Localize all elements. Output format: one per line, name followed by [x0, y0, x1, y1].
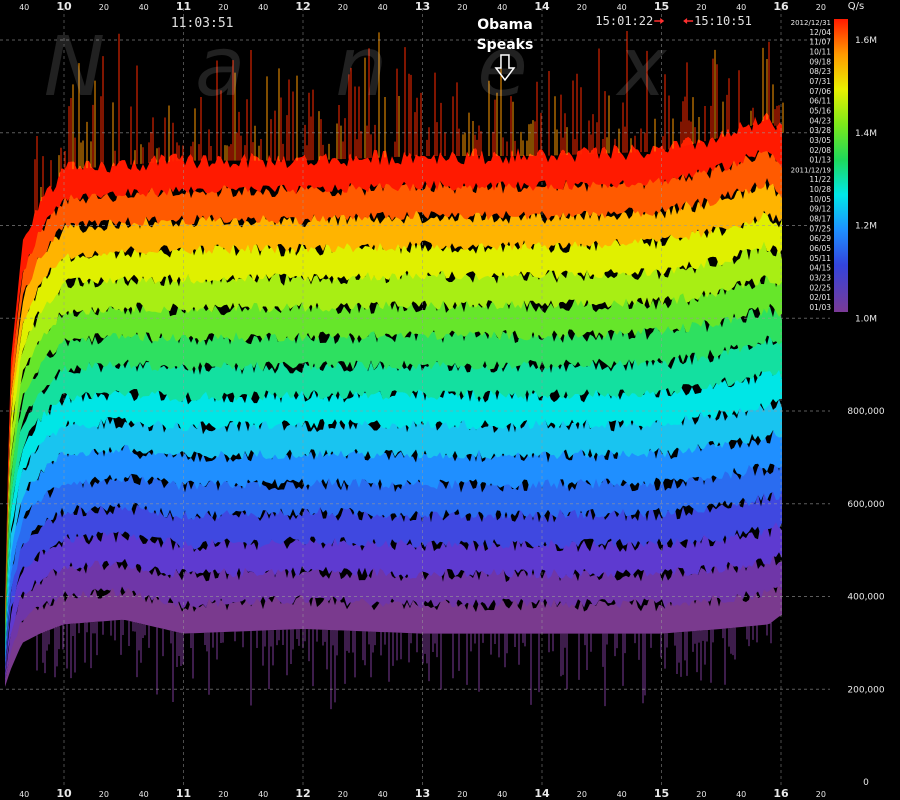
x-tick-hour-label: 11 — [176, 787, 191, 800]
y-tick-label: 400,000 — [847, 593, 884, 603]
x-tick-minute-label: 20 — [218, 790, 228, 799]
x-tick-minute-label: 20 — [218, 3, 228, 12]
legend-date-label: 03/23 — [809, 274, 831, 283]
legend-date-label: 08/23 — [809, 67, 831, 76]
x-tick-minute-label: 40 — [497, 3, 507, 12]
legend-date-label: 02/25 — [809, 283, 831, 292]
quote-rate-chart: Nanex 10 11 12 13 14 15 16 40 20 40 20 40 20 40 20 40 20… — [0, 0, 885, 800]
legend-date-label: 03/05 — [809, 136, 831, 145]
x-tick-minute-label: 40 — [378, 790, 388, 799]
y-tick-label: 1.0M — [855, 314, 877, 324]
legend-date-label: 06/05 — [809, 244, 831, 253]
series-bands — [5, 111, 782, 687]
x-tick-hour-label: 11 — [176, 0, 191, 13]
legend-date-label: 05/11 — [809, 254, 831, 263]
x-tick-minute-label: 40 — [258, 790, 268, 799]
y-tick-label: 1.4M — [855, 129, 877, 139]
x-tick-minute-label: 40 — [617, 790, 627, 799]
x-tick-hour-label: 15 — [654, 0, 669, 13]
x-tick-minute-label: 40 — [378, 3, 388, 12]
legend-date-label: 10/11 — [809, 47, 831, 56]
x-tick-hour-label: 13 — [415, 0, 430, 13]
x-tick-hour-label: 12 — [295, 0, 310, 13]
annotation-time-label: 11:03:51 — [171, 16, 234, 31]
legend-date-label: 07/06 — [809, 87, 831, 96]
legend-date-label: 12/04 — [809, 28, 831, 37]
x-axis-top: 10 11 12 13 14 15 16 40 20 40 20 40 20 40 20 40 20 40 20 40… — [19, 0, 826, 13]
x-tick-minute-label: 20 — [338, 790, 348, 799]
x-tick-minute-label: 40 — [497, 790, 507, 799]
x-tick-minute-label: 20 — [577, 790, 587, 799]
x-tick-minute-label: 20 — [577, 3, 587, 12]
legend-date-label: 04/15 — [809, 264, 831, 273]
x-tick-minute-label: 20 — [457, 3, 467, 12]
x-tick-minute-label: 20 — [99, 790, 109, 799]
x-tick-minute-label: 40 — [19, 3, 29, 12]
x-tick-hour-label: 14 — [534, 787, 550, 800]
x-tick-minute-label: 20 — [816, 3, 826, 12]
y-tick-label: 1.6M — [855, 36, 877, 46]
y-tick-label: 800,000 — [847, 407, 884, 417]
annotation-time-label: 15:01:22 — [595, 14, 653, 28]
legend-color-bar — [834, 19, 848, 312]
x-tick-hour-label: 16 — [773, 0, 789, 13]
x-tick-minute-label: 40 — [19, 790, 29, 799]
legend-date-label: 07/31 — [809, 77, 831, 86]
legend-date-label: 2012/12/31 — [791, 19, 831, 27]
legend-date-label: 02/08 — [809, 146, 831, 155]
y-axis: 1.6M 1.4M 1.2M 1.0M 800,000 600,000 400,000 200… — [847, 36, 884, 788]
x-tick-minute-label: 20 — [338, 3, 348, 12]
legend-date-label: 2011/12/19 — [791, 166, 831, 174]
legend-date-label: 11/22 — [809, 175, 831, 184]
y-tick-label: 0 — [863, 778, 869, 788]
legend: 2012/12/3112/0411/0710/1109/1808/2307/31… — [791, 19, 848, 312]
y-tick-label: 200,000 — [847, 685, 884, 695]
x-tick-minute-label: 20 — [457, 790, 467, 799]
x-tick-minute-label: 40 — [139, 3, 149, 12]
legend-date-label: 11/07 — [809, 38, 831, 47]
x-tick-minute-label: 20 — [696, 3, 706, 12]
legend-date-label: 04/23 — [809, 116, 831, 125]
x-tick-hour-label: 12 — [295, 787, 310, 800]
annotation-label-line1: Obama — [477, 17, 532, 33]
y-tick-label: 1.2M — [855, 222, 877, 232]
watermark-text: Nanex — [44, 20, 757, 115]
x-tick-minute-label: 40 — [736, 790, 746, 799]
x-tick-hour-label: 15 — [654, 787, 669, 800]
y-tick-label: 600,000 — [847, 500, 884, 510]
legend-date-label: 03/28 — [809, 126, 831, 135]
legend-date-label: 07/25 — [809, 224, 831, 233]
x-tick-hour-label: 10 — [56, 787, 72, 800]
legend-date-label: 05/16 — [809, 106, 831, 115]
legend-date-label: 09/12 — [809, 205, 831, 214]
x-tick-minute-label: 20 — [816, 790, 826, 799]
x-axis-bottom: 10 11 12 13 14 15 16 40 20 40 20 40 20 40 20 40 20 40 20 40… — [19, 787, 826, 800]
legend-date-label: 01/03 — [809, 303, 831, 312]
legend-date-label: 06/11 — [809, 97, 831, 106]
legend-date-label: 01/13 — [809, 156, 831, 165]
legend-date-label: 10/28 — [809, 185, 831, 194]
x-tick-minute-label: 40 — [258, 3, 268, 12]
x-tick-hour-label: 10 — [56, 0, 72, 13]
legend-date-label: 02/01 — [809, 293, 831, 302]
legend-date-label: 08/17 — [809, 215, 831, 224]
legend-date-label: 06/29 — [809, 234, 831, 243]
x-tick-hour-label: 13 — [415, 787, 430, 800]
annotation-label-line2: Speaks — [477, 37, 534, 53]
x-tick-hour-label: 16 — [773, 787, 789, 800]
legend-date-label: 10/05 — [809, 195, 831, 204]
x-tick-minute-label: 20 — [696, 790, 706, 799]
y-unit-label: Q/s — [848, 1, 864, 12]
x-tick-minute-label: 40 — [139, 790, 149, 799]
annotation-time-label: 15:10:51 — [694, 14, 752, 28]
x-tick-minute-label: 40 — [617, 3, 627, 12]
x-tick-hour-label: 14 — [534, 0, 550, 13]
x-tick-minute-label: 20 — [99, 3, 109, 12]
legend-date-label: 09/18 — [809, 57, 831, 66]
x-tick-minute-label: 40 — [736, 3, 746, 12]
